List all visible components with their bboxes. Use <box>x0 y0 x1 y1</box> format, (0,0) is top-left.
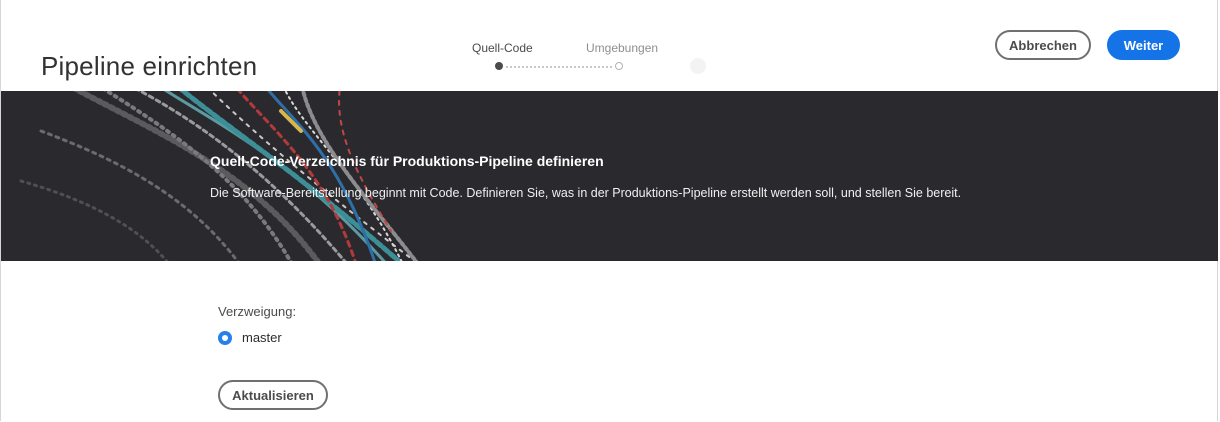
hero-title: Quell-Code-Verzeichnis für Produktions-P… <box>210 153 604 169</box>
page-title: Pipeline einrichten <box>41 51 258 82</box>
branch-field-label: Verzweigung: <box>218 304 297 319</box>
wizard-stepper: Quell-Code Umgebungen <box>470 41 670 75</box>
hero-background-image <box>1 91 1218 261</box>
radio-selected-icon[interactable] <box>218 330 232 345</box>
step-environments-indicator <box>615 62 623 70</box>
branch-option-label: master <box>242 330 282 345</box>
branch-option-master[interactable]: master <box>218 330 282 345</box>
step-source-code-label: Quell-Code <box>472 41 533 55</box>
hero-banner: Quell-Code-Verzeichnis für Produktions-P… <box>1 91 1218 261</box>
loading-indicator <box>690 58 706 74</box>
hero-description: Die Software-Bereitstellung beginnt mit … <box>210 186 962 200</box>
cancel-button[interactable]: Abbrechen <box>995 30 1091 60</box>
next-button[interactable]: Weiter <box>1107 30 1180 60</box>
step-source-code-indicator <box>495 62 503 70</box>
step-environments-label: Umgebungen <box>586 41 659 55</box>
step-progress-track <box>506 66 612 68</box>
refresh-button[interactable]: Aktualisieren <box>218 380 328 410</box>
